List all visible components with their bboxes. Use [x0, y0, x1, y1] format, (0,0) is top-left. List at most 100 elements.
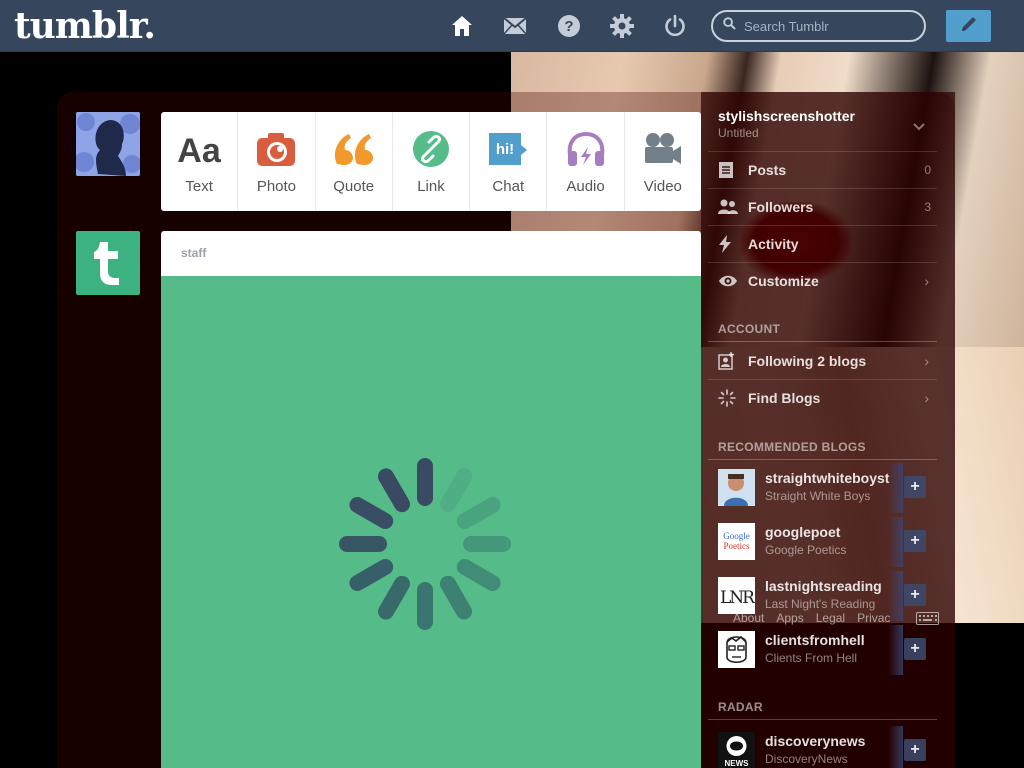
follow-button[interactable]: +	[904, 584, 926, 606]
photo-post-label: Photo	[256, 178, 297, 195]
blog-header[interactable]: stylishscreenshotter Untitled	[718, 108, 855, 140]
follow-button[interactable]: +	[904, 739, 926, 761]
sidebar-item-followers[interactable]: Followers 3	[708, 188, 937, 225]
blog-name[interactable]: googlepoet	[765, 524, 900, 540]
chevron-right-icon: ›	[924, 273, 929, 289]
fade-overlay	[888, 625, 903, 675]
follow-button[interactable]: +	[904, 476, 926, 498]
quote-icon	[333, 130, 375, 168]
chevron-right-icon: ›	[924, 352, 929, 369]
sidebar-item-following[interactable]: Following 2 blogs ›	[708, 342, 937, 379]
link-post-button[interactable]: Link	[393, 112, 471, 211]
svg-text:Aa: Aa	[177, 132, 222, 168]
sidebar-item-label: Find Blogs	[748, 390, 821, 406]
chat-post-button[interactable]: hi! Chat	[470, 112, 548, 211]
footer-link-about[interactable]: About	[733, 611, 764, 625]
svg-text:?: ?	[564, 18, 573, 35]
following-icon	[708, 351, 738, 370]
pencil-icon	[959, 14, 979, 39]
audio-post-button[interactable]: Audio	[547, 112, 625, 211]
blog-subtitle: DiscoveryNews	[765, 752, 848, 766]
camera-icon	[256, 130, 296, 168]
link-icon	[412, 130, 450, 168]
sidebar-item-customize[interactable]: Customize ›	[708, 262, 937, 299]
recommended-blog[interactable]: Google Poetics googlepoet Google Poetics …	[718, 517, 938, 567]
footer-link-legal[interactable]: Legal	[816, 611, 845, 625]
search-box[interactable]	[711, 10, 926, 42]
post-media[interactable]	[161, 276, 701, 768]
chat-post-label: Chat	[492, 178, 525, 195]
radar-divider	[708, 719, 937, 720]
gear-icon[interactable]	[610, 14, 634, 38]
search-icon	[723, 17, 736, 35]
fade-overlay	[888, 726, 903, 768]
footer-link-apps[interactable]: Apps	[776, 611, 803, 625]
blog-name[interactable]: lastnightsreading	[765, 578, 900, 594]
photo-post-button[interactable]: Photo	[238, 112, 316, 211]
blog-avatar[interactable]	[718, 631, 755, 668]
svg-text:Poetics: Poetics	[724, 541, 750, 551]
help-icon[interactable]: ?	[557, 14, 581, 38]
mail-icon[interactable]	[503, 14, 527, 38]
blog-subtitle: Last Night's Reading	[765, 597, 876, 611]
staff-avatar[interactable]	[76, 231, 140, 295]
quote-post-button[interactable]: Quote	[316, 112, 393, 211]
follow-button[interactable]: +	[904, 638, 926, 660]
account-heading: ACCOUNT	[718, 322, 781, 336]
fade-overlay	[888, 517, 903, 567]
sidebar-item-label: Followers	[748, 199, 814, 215]
video-post-button[interactable]: Video	[625, 112, 701, 211]
follow-button[interactable]: +	[904, 530, 926, 552]
blog-name[interactable]: stylishscreenshotter	[718, 108, 855, 124]
recommended-divider	[708, 459, 937, 460]
audio-post-label: Audio	[566, 178, 605, 195]
svg-text:LNR: LNR	[720, 588, 755, 608]
find-blogs-icon	[708, 389, 738, 407]
blog-name[interactable]: clientsfromhell	[765, 632, 900, 648]
blog-avatar[interactable]: LNR	[718, 577, 755, 614]
svg-text:Google: Google	[723, 531, 750, 541]
blog-avatar[interactable]: Google Poetics	[718, 523, 755, 560]
blog-avatar[interactable]: NEWS	[718, 732, 755, 768]
chevron-down-icon[interactable]	[913, 118, 925, 136]
recommended-blog[interactable]: clientsfromhell Clients From Hell +	[718, 625, 938, 675]
followers-icon	[708, 199, 738, 215]
video-camera-icon	[643, 130, 683, 168]
blog-avatar[interactable]	[718, 469, 755, 506]
radar-blog[interactable]: NEWS discoverynews DiscoveryNews +	[718, 726, 938, 768]
sidebar: stylishscreenshotter Untitled Posts 0 Fo…	[701, 92, 955, 768]
sidebar-item-label: Posts	[748, 162, 787, 178]
blog-name[interactable]: discoverynews	[765, 733, 900, 749]
sidebar-item-activity[interactable]: Activity	[708, 225, 937, 262]
keyboard-icon[interactable]	[916, 612, 939, 630]
tumblr-logo[interactable]: tumblr.	[14, 5, 156, 47]
link-post-label: Link	[417, 178, 445, 195]
post-author[interactable]: staff	[161, 231, 701, 276]
radar-heading: RADAR	[718, 700, 763, 714]
user-avatar[interactable]	[76, 112, 140, 176]
top-navigation-bar: tumblr. ?	[0, 0, 1024, 52]
posts-count: 0	[924, 163, 931, 177]
sidebar-item-find-blogs[interactable]: Find Blogs ›	[708, 379, 937, 416]
news-label: NEWS	[725, 759, 750, 768]
video-post-label: Video	[643, 178, 682, 195]
chevron-right-icon: ›	[924, 390, 929, 406]
followers-count: 3	[924, 200, 931, 214]
svg-text:hi!: hi!	[496, 141, 514, 158]
footer-link-privacy[interactable]: Privac	[857, 611, 890, 625]
eye-icon	[708, 274, 738, 288]
power-icon[interactable]	[663, 14, 687, 38]
compose-button[interactable]	[946, 10, 991, 42]
blog-subtitle: Untitled	[718, 126, 759, 140]
text-post-button[interactable]: Aa Text	[161, 112, 239, 211]
lightning-icon	[708, 235, 738, 253]
search-input[interactable]	[744, 18, 914, 34]
headphones-icon	[566, 130, 606, 168]
blog-name[interactable]: straightwhiteboyst	[765, 470, 900, 486]
sidebar-item-label: Customize	[748, 273, 819, 289]
sidebar-item-label: Following 2 blogs	[748, 352, 867, 369]
sidebar-item-posts[interactable]: Posts 0	[708, 151, 937, 188]
home-icon[interactable]	[450, 14, 474, 38]
recommended-blog[interactable]: straightwhiteboyst Straight White Boys +	[718, 463, 938, 513]
sidebar-item-label: Activity	[748, 236, 799, 252]
